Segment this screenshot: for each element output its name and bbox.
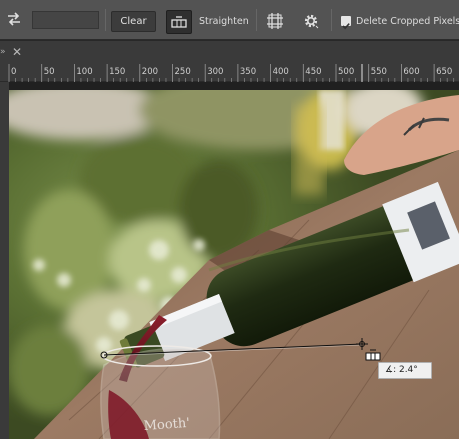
close-tab-icon[interactable]: ✕ [12,41,22,64]
gear-icon[interactable] [302,12,320,30]
crosshair-icon [356,338,368,350]
ruler-tick-label: 150 [109,67,125,77]
ruler-tick-label: 550 [371,67,387,77]
straighten-label: Straighten [199,16,249,27]
ruler-tick-label: 50 [44,67,55,77]
horizontal-ruler: 0 50 100 150 200 250 300 350 400 450 500 550 600 650 [0,64,459,82]
document-tab-strip: » ✕ [0,41,459,64]
divider [105,9,106,31]
divider [256,9,257,31]
ruler-tick-label: 500 [338,67,354,77]
straighten-tool-button[interactable] [166,10,192,34]
ratio-input[interactable] [32,11,99,29]
level-icon [171,16,187,28]
delete-cropped-checkbox[interactable] [341,16,351,30]
swap-dimensions-icon[interactable] [5,10,23,28]
delete-cropped-label[interactable]: Delete Cropped Pixels [356,16,459,27]
angle-readout-tooltip: ∡: 2.4° [378,362,432,379]
ruler-tick-label: 250 [175,67,191,77]
document-canvas[interactable]: Mooth' [9,82,459,439]
ruler-tick-label: 650 [436,67,452,77]
ruler-tick-label: 0 [11,67,16,77]
ruler-tick-label: 600 [403,67,419,77]
ruler-tick-label: 300 [207,67,223,77]
ruler-tick-label: 350 [240,67,256,77]
straighten-measure-overlay [100,338,381,361]
options-bar: Clear Straighten Delete Cropped Pixels [0,0,459,40]
ruler-ticks: 0 50 100 150 200 250 300 350 400 450 500 550 600 650 [8,64,455,82]
ruler-tick-label: 450 [305,67,321,77]
vertical-ruler [0,82,9,439]
clear-button[interactable]: Clear [111,11,156,32]
checkmark-icon [342,23,350,30]
ruler-tick-label: 200 [142,67,158,77]
grid-overlay-icon[interactable] [266,12,284,30]
ruler-tick-label: 400 [273,67,289,77]
ruler-tick-label: 100 [76,67,92,77]
straighten-cursor-icon [365,349,381,361]
tab-overflow-icon[interactable]: » [0,41,8,64]
divider [331,9,332,31]
